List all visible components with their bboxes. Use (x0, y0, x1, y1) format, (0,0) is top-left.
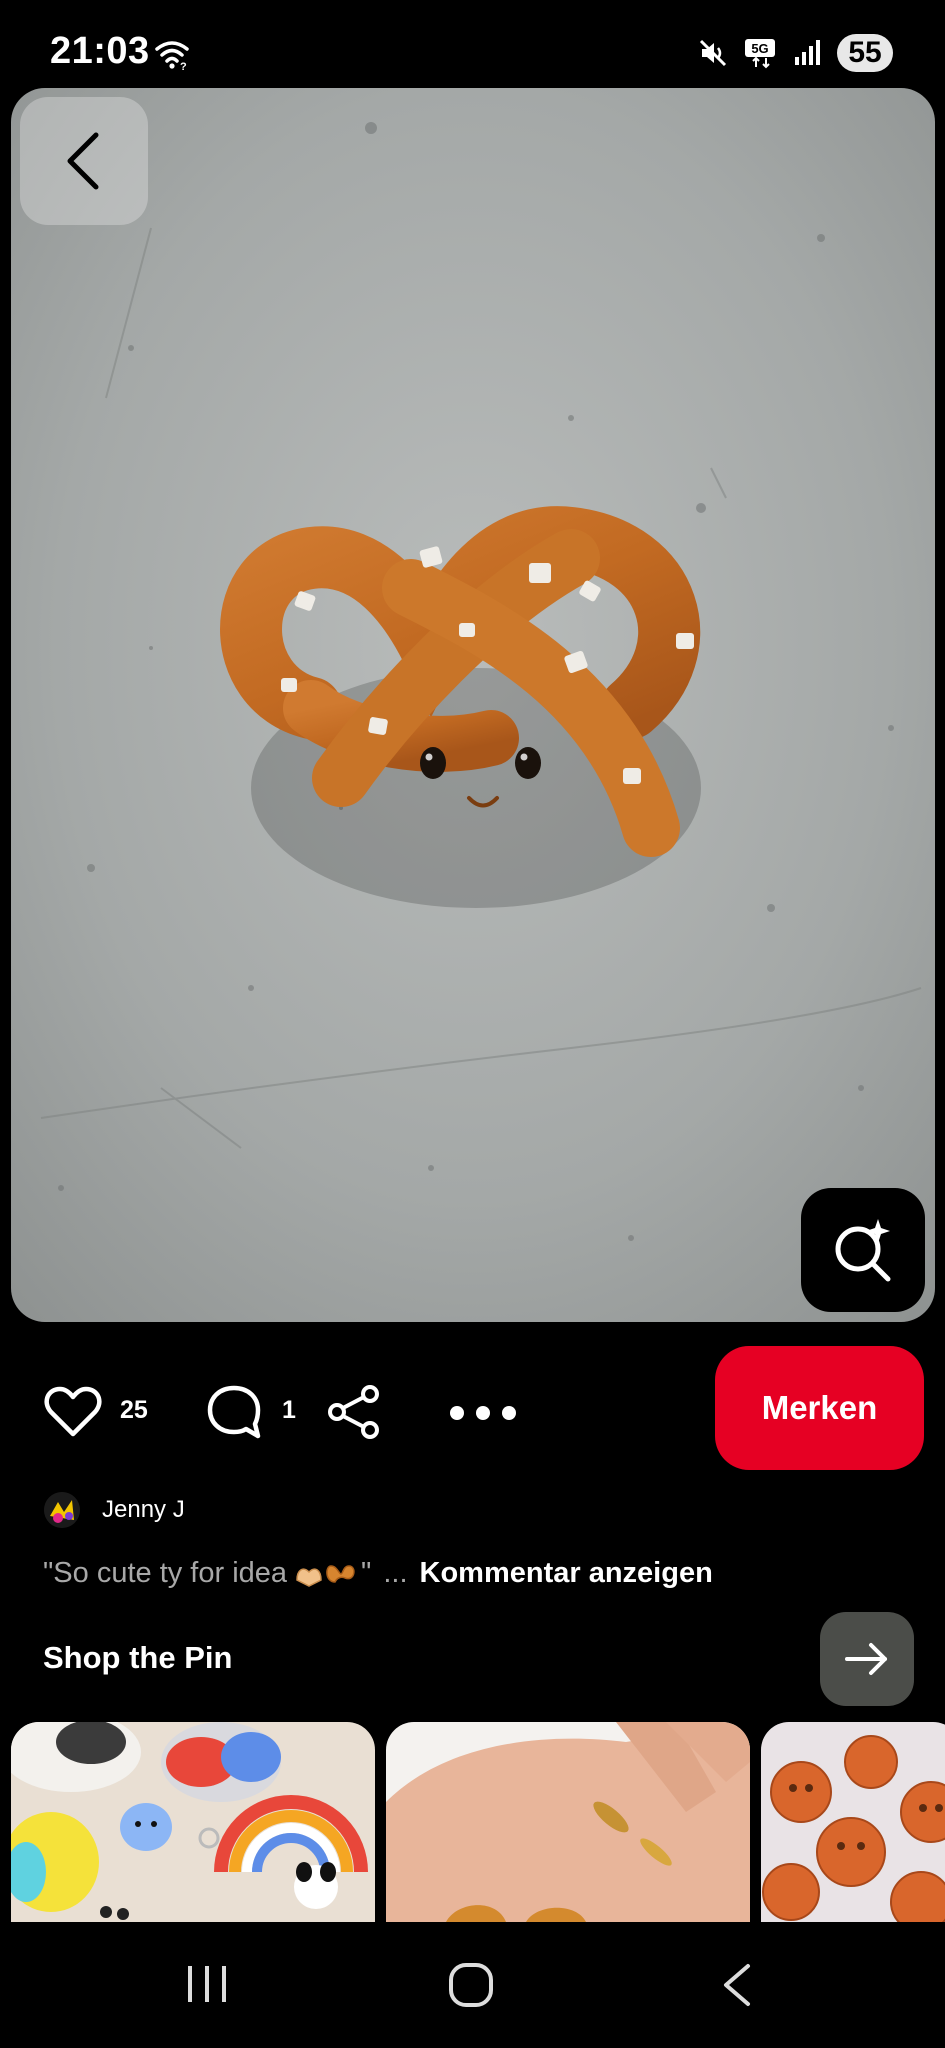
status-bar: 21:03 ? 5G 55 (0, 0, 945, 86)
comment-emoji (293, 1558, 361, 1590)
back-icon[interactable] (718, 1962, 758, 2008)
view-comment-link[interactable]: Kommentar anzeigen (420, 1557, 713, 1590)
comment-count: 1 (282, 1396, 296, 1424)
comment-ellipsis: ... (383, 1557, 408, 1589)
chevron-left-icon (67, 132, 99, 190)
wifi-icon: ? (155, 41, 189, 72)
shop-arrow-button[interactable] (820, 1612, 914, 1706)
more-options-icon[interactable] (448, 1402, 518, 1424)
product-card-clay-kit[interactable] (11, 1722, 375, 1922)
product-card-clay-pumpkins[interactable] (761, 1722, 945, 1922)
shop-product-carousel[interactable] (0, 1722, 945, 1922)
recent-apps-icon[interactable] (184, 1962, 230, 2006)
fiveg-icon: 5G (745, 39, 775, 69)
pin-image[interactable] (11, 88, 935, 1322)
visual-search-button[interactable] (801, 1188, 925, 1312)
pin-actions: 25 1 Merken (0, 1346, 945, 1470)
back-button[interactable] (20, 97, 148, 225)
svg-text:?: ? (180, 61, 187, 72)
product-image (761, 1722, 945, 1922)
comment-preview[interactable]: "So cute ty for idea " ... Kommentar anz… (43, 1557, 713, 1590)
comment-text: "So cute ty for idea (43, 1557, 288, 1589)
status-icons: 5G 55 (697, 34, 893, 72)
heart-icon[interactable] (44, 1386, 102, 1438)
pretzel-photo (11, 88, 935, 1322)
product-image (11, 1722, 375, 1922)
comment-icon[interactable] (206, 1384, 262, 1440)
save-button[interactable]: Merken (715, 1346, 924, 1470)
visual-search-sparkle-icon (835, 1219, 891, 1282)
creator-name[interactable]: Jenny J (102, 1496, 185, 1524)
shop-the-pin-title: Shop the Pin (43, 1640, 233, 1675)
creator-info[interactable]: Jenny J (44, 1492, 185, 1528)
avatar[interactable] (44, 1492, 80, 1528)
comment-quote-end: " (361, 1557, 372, 1589)
signal-icon (795, 40, 820, 65)
share-icon[interactable] (326, 1384, 382, 1440)
arrow-right-icon (845, 1643, 887, 1675)
product-image (386, 1722, 750, 1922)
battery-indicator: 55 (837, 34, 893, 72)
network-label: 5G (751, 41, 768, 56)
mute-icon (699, 39, 727, 67)
status-time: 21:03 (50, 30, 150, 72)
home-icon[interactable] (448, 1962, 494, 2008)
system-navigation-bar (0, 1922, 945, 2048)
like-count: 25 (120, 1396, 148, 1424)
product-card-hand-pretzels[interactable] (386, 1722, 750, 1922)
